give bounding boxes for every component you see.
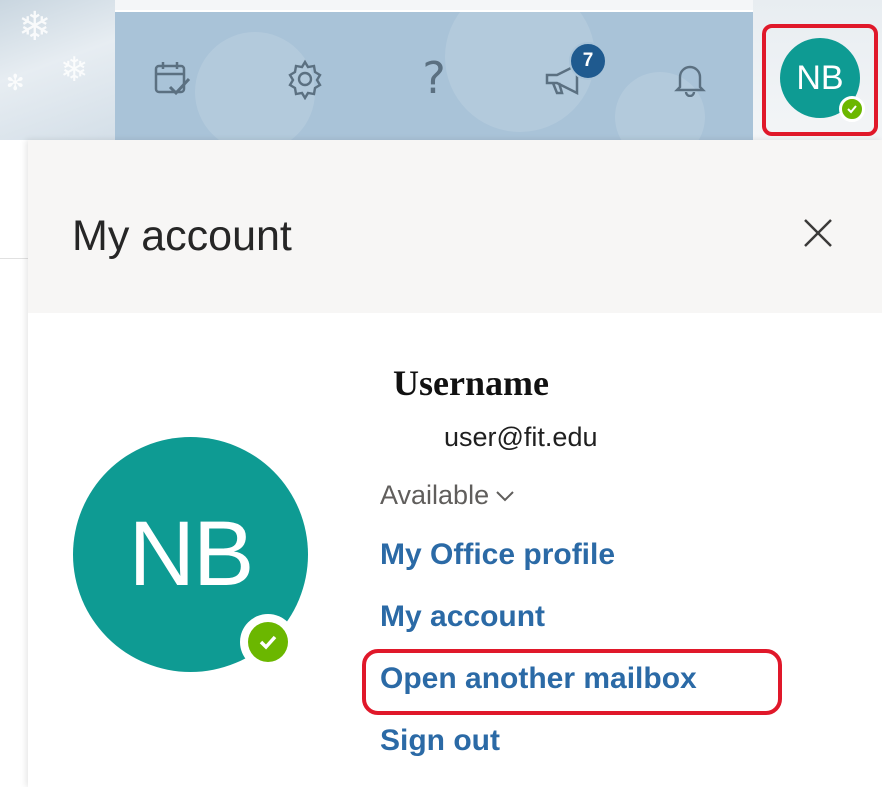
snowflake-icon: ✻ — [6, 70, 25, 95]
notification-count-badge: 7 — [569, 42, 607, 80]
gear-icon — [288, 59, 322, 100]
help-button[interactable]: ? — [407, 52, 461, 106]
settings-button[interactable] — [278, 52, 332, 106]
avatar-initials: NB — [796, 58, 844, 97]
close-icon — [804, 219, 832, 247]
snowflake-icon: ❄ — [18, 5, 52, 49]
available-check-icon — [248, 622, 288, 662]
username: Username — [393, 363, 549, 403]
top-strip — [0, 0, 882, 10]
account-avatar-button[interactable]: NB — [780, 38, 865, 122]
open-another-mailbox-link[interactable]: Open another mailbox — [380, 662, 697, 696]
notifications-button[interactable] — [663, 52, 717, 106]
help-icon: ? — [422, 53, 446, 104]
snowflake-icon: ❄ — [60, 51, 89, 89]
my-account-link[interactable]: My account — [380, 600, 545, 634]
panel-title: My account — [72, 212, 292, 260]
presence-status — [240, 614, 296, 670]
calendar-check-icon — [154, 62, 191, 96]
presence-dropdown[interactable]: Available — [380, 480, 515, 511]
whats-new-button[interactable]: 7 — [539, 42, 607, 106]
panel-header: My account — [28, 140, 882, 313]
sign-out-link[interactable]: Sign out — [380, 724, 500, 758]
account-panel: My account NB Username user@fit.edu Avai… — [28, 140, 882, 787]
email-address: user@fit.edu — [444, 422, 598, 452]
theme-background: ❄ ❄ ✻ — [0, 0, 115, 140]
close-button[interactable] — [793, 208, 843, 258]
divider — [0, 258, 28, 259]
chevron-down-icon — [496, 490, 514, 501]
header-toolbar: ? 7 — [115, 12, 753, 140]
my-day-button[interactable] — [145, 52, 199, 106]
available-status-icon — [839, 96, 865, 122]
presence-label: Available — [380, 480, 490, 510]
my-office-profile-link[interactable]: My Office profile — [380, 538, 615, 572]
bell-icon — [674, 65, 706, 97]
profile-avatar-initials: NB — [128, 503, 255, 605]
page-edge — [0, 140, 28, 787]
